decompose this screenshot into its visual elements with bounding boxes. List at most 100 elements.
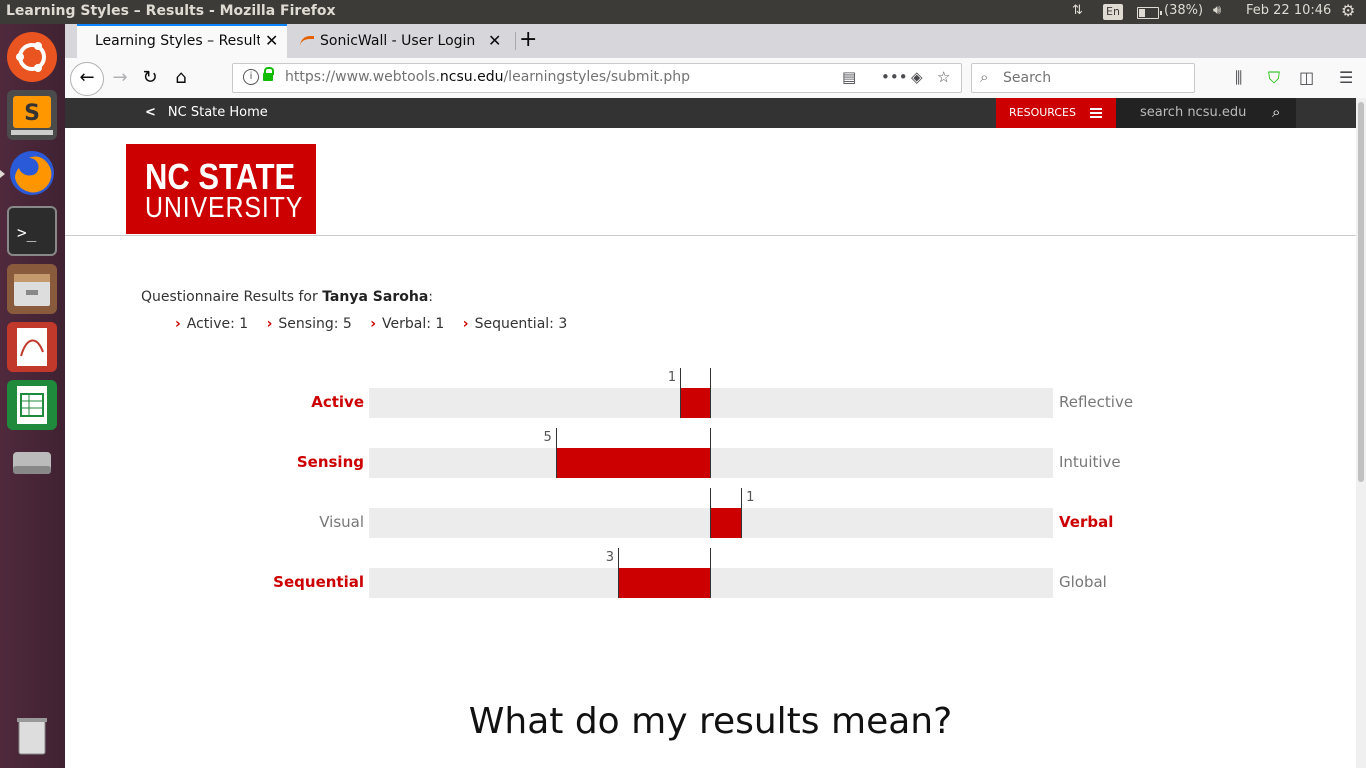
nc-state-university-logo[interactable]: NC STATE UNIVERSITY [126, 144, 316, 234]
network-icon[interactable]: ⇅ [1072, 3, 1083, 18]
back-arrow-icon[interactable]: ← [70, 62, 104, 96]
chevron-left-icon: < [145, 105, 156, 120]
score-text: Sensing: 5 [278, 316, 352, 332]
student-name: Tanya Saroha [322, 289, 429, 305]
browser-search-box[interactable]: ⌕ Search [971, 63, 1195, 93]
ubuntu-dash-icon[interactable] [7, 32, 57, 82]
hamburger-icon [1090, 108, 1102, 110]
resources-menu-button[interactable]: RESOURCES [996, 98, 1116, 128]
dimension-left-label: Sensing [296, 453, 364, 471]
scale-track [369, 388, 1053, 418]
header-divider [65, 235, 1356, 236]
score-item: › Verbal: 1 [370, 316, 444, 332]
terminal-icon[interactable]: >_ [7, 206, 57, 256]
close-tab-icon[interactable]: ✕ [265, 26, 278, 56]
logo-line-2: UNIVERSITY [145, 192, 304, 224]
chevron-right-icon: › [462, 316, 469, 332]
library-icon[interactable]: ⫼ [1235, 68, 1242, 88]
unity-launcher: S >_ [0, 24, 65, 768]
forward-arrow-icon[interactable]: → [106, 64, 134, 92]
page-scrollbar[interactable] [1356, 98, 1366, 768]
dimension-left-label: Sequential [273, 573, 364, 591]
file-manager-icon[interactable] [7, 264, 57, 314]
value-tick [617, 548, 619, 598]
nc-state-home-link[interactable]: < NC State Home [145, 105, 268, 120]
disk-drive-icon[interactable] [7, 438, 57, 488]
value-tick [679, 368, 681, 418]
window-title: Learning Styles – Results - Mozilla Fire… [6, 3, 336, 19]
chevron-right-icon: › [175, 316, 181, 332]
search-icon[interactable]: ⌕ [1272, 103, 1280, 121]
url-text[interactable]: https://www.webtools.ncsu.edu/learningst… [285, 69, 690, 85]
shield-icon[interactable]: ⛉ [1268, 68, 1280, 88]
close-tab-icon[interactable]: ✕ [488, 24, 501, 58]
browser-navigation-bar: ← → ↻ ⌂ i https://www.webtools.ncsu.edu/… [65, 58, 1366, 99]
tab-label: Learning Styles – Results [95, 33, 260, 49]
value-label: 1 [667, 370, 677, 385]
running-indicator [0, 170, 5, 178]
ncsu-search-input[interactable]: search ncsu.edu ⌕ [1116, 98, 1296, 128]
web-page-content: < NC State Home RESOURCES search ncsu.edu… [65, 98, 1356, 768]
settings-gear-icon[interactable]: ⚙ [1341, 1, 1355, 20]
ncsu-search-placeholder: search ncsu.edu [1140, 105, 1247, 120]
clock[interactable]: Feb 22 10:46 [1246, 3, 1331, 18]
score-bar [679, 388, 711, 418]
search-icon: ⌕ [980, 68, 989, 86]
results-heading-suffix: : [428, 289, 433, 305]
learning-styles-chart: 1 Active Reflective 5 Sensing Intuitive 1 Visua… [65, 348, 1356, 608]
trash-icon[interactable] [7, 710, 57, 760]
battery-icon[interactable] [1137, 7, 1162, 19]
tab-separator [515, 32, 516, 50]
battery-percentage: (38%) [1164, 3, 1204, 18]
url-prefix: https://www.webtools. [285, 69, 440, 85]
tab-learning-styles-results[interactable]: Learning Styles – Results ✕ [77, 24, 287, 58]
center-tick [710, 488, 711, 538]
chevron-right-icon: › [370, 316, 377, 332]
firefox-icon[interactable] [7, 148, 57, 198]
volume-icon[interactable]: 🔊︎ [1213, 3, 1221, 18]
sidebar-toggle-icon[interactable]: ◫ [1299, 68, 1314, 87]
pocket-icon[interactable]: ◈ [911, 68, 923, 86]
value-tick [741, 488, 743, 538]
score-bar [617, 568, 711, 598]
dimension-right-label: Reflective [1059, 393, 1134, 411]
reader-view-icon[interactable]: ▤ [842, 68, 856, 86]
results-heading-prefix: Questionnaire Results for [141, 289, 323, 305]
score-item: › Active: 1 [175, 316, 248, 332]
reload-icon[interactable]: ↻ [136, 64, 164, 92]
secure-lock-icon[interactable] [263, 67, 274, 81]
url-domain: ncsu.edu [439, 69, 504, 85]
new-tab-plus-icon[interactable]: + [519, 27, 537, 52]
dimension-right-label: Global [1059, 573, 1107, 591]
system-top-panel: Learning Styles – Results - Mozilla Fire… [0, 0, 1366, 24]
dimension-left-label: Visual [319, 513, 364, 531]
score-bar [711, 508, 743, 538]
scale-track [369, 568, 1053, 598]
hamburger-menu-icon[interactable]: ☰ [1339, 68, 1353, 87]
score-item: › Sequential: 3 [463, 316, 567, 332]
value-label: 1 [746, 490, 755, 505]
tab-sonicwall-login[interactable]: SonicWall - User Login ✕ [290, 24, 505, 58]
scale-track [369, 448, 1053, 478]
libreoffice-calc-icon[interactable] [7, 380, 57, 430]
site-info-icon[interactable]: i [243, 69, 259, 85]
center-tick [710, 548, 711, 598]
chevron-right-icon: › [266, 316, 273, 332]
home-icon[interactable]: ⌂ [167, 64, 195, 92]
page-actions-icon[interactable]: ••• [881, 68, 908, 86]
keyboard-layout-indicator[interactable]: En [1103, 4, 1123, 20]
bookmark-star-icon[interactable]: ☆ [937, 68, 950, 86]
browser-tab-strip: Learning Styles – Results ✕ SonicWall - … [65, 24, 1366, 58]
scrollbar-thumb[interactable] [1358, 102, 1364, 482]
sublime-text-icon[interactable]: S [7, 90, 57, 140]
results-heading: Questionnaire Results for Tanya Saroha: [141, 289, 433, 305]
home-link-label: NC State Home [167, 105, 268, 120]
document-viewer-icon[interactable] [7, 322, 57, 372]
score-summary-list: › Active: 1 › Sensing: 5 › Verbal: 1 › Seque… [175, 316, 581, 332]
dimension-right-label: Intuitive [1059, 453, 1121, 471]
url-suffix: /learningstyles/submit.php [503, 69, 691, 85]
section-heading-results-meaning: What do my results mean? [468, 701, 953, 742]
address-bar[interactable]: i https://www.webtools.ncsu.edu/learning… [232, 63, 962, 93]
score-text: Verbal: 1 [382, 316, 445, 332]
dimension-left-label: Active [311, 393, 364, 411]
